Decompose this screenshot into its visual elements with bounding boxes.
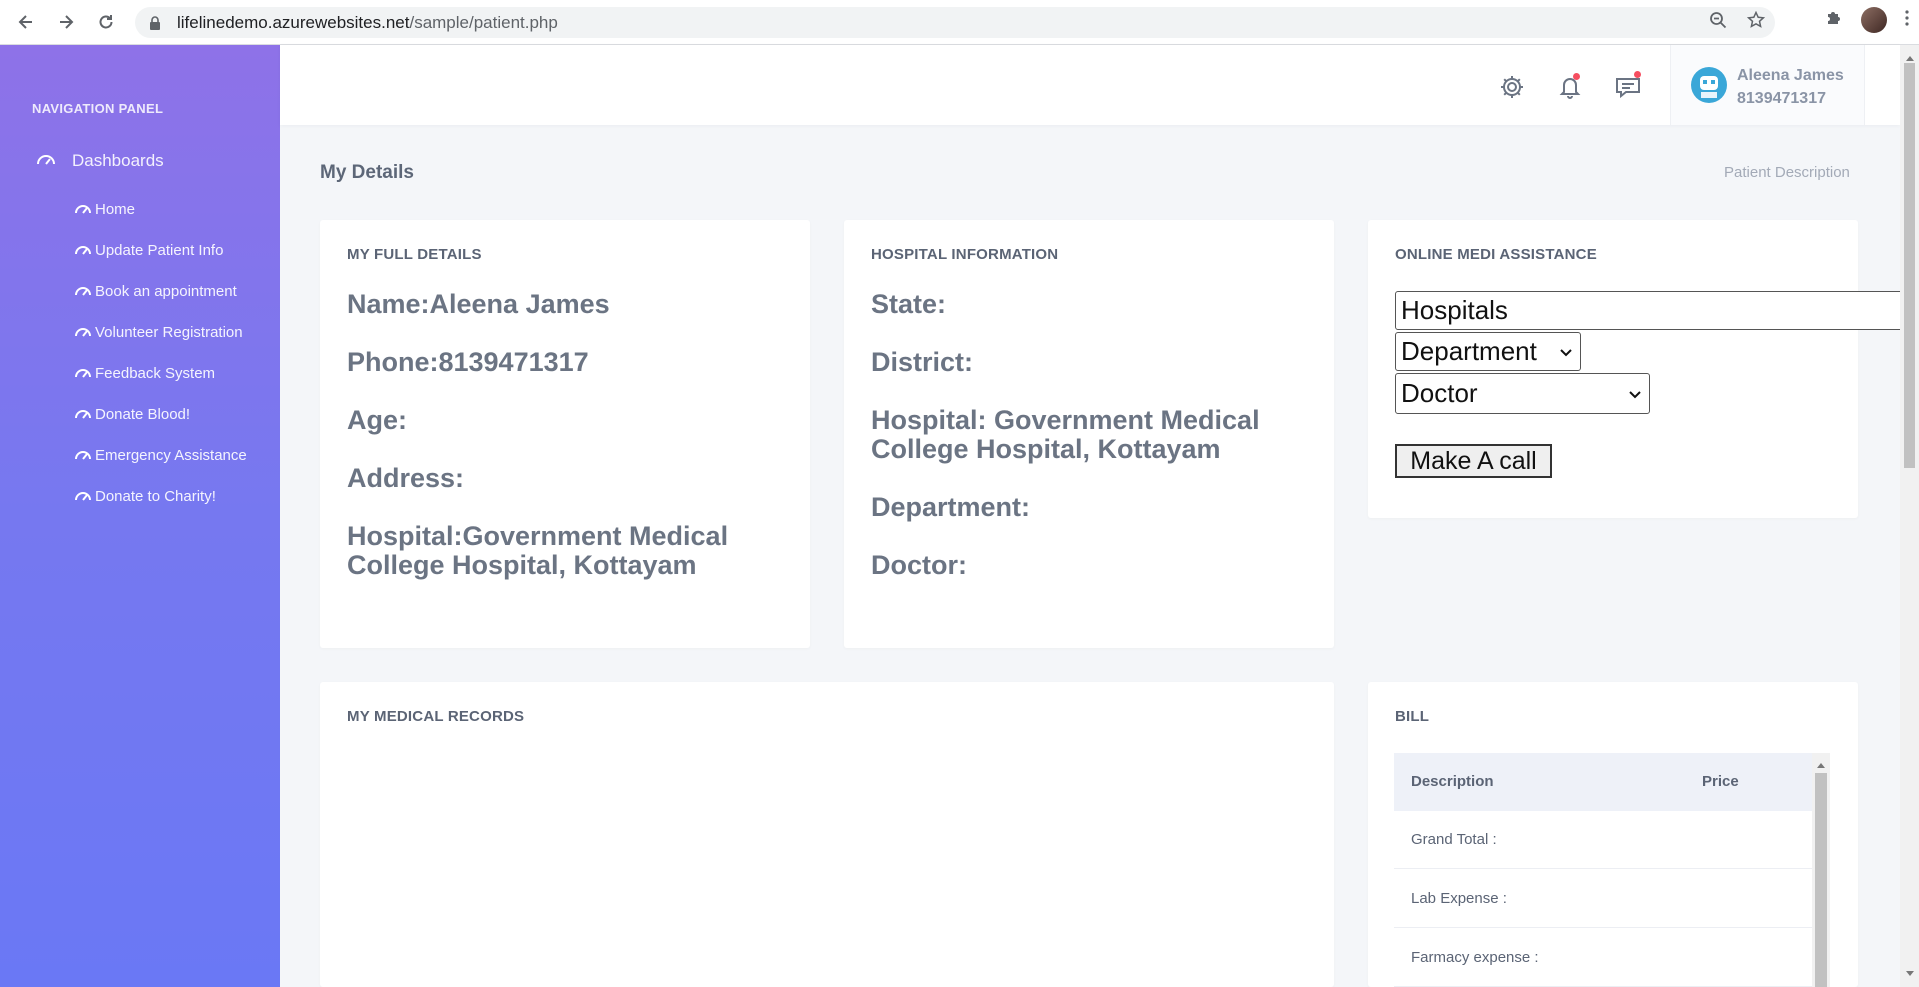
sidebar-item-volunteer-registration[interactable]: Volunteer Registration (74, 324, 243, 341)
back-icon[interactable] (10, 6, 42, 38)
gauge-icon (74, 488, 92, 505)
sidebar-item-donate-blood[interactable]: Donate Blood! (74, 406, 190, 423)
gauge-icon (36, 151, 56, 171)
forward-icon[interactable] (50, 6, 82, 38)
make-call-button[interactable]: Make A call (1395, 444, 1552, 478)
notification-dot (1573, 73, 1580, 80)
table-row: Grand Total : (1394, 811, 1812, 869)
address-bar[interactable]: lifelinedemo.azurewebsites.net/sample/pa… (135, 7, 1775, 38)
table-row: Lab Expense : (1394, 870, 1812, 928)
lock-icon (149, 15, 163, 30)
detail-hospital-line1: Hospital: Government Medical (871, 405, 1260, 435)
detail-department: Department: (871, 492, 1031, 522)
user-phone: 8139471317 (1737, 90, 1826, 107)
detail-district: District: (871, 347, 974, 377)
scroll-down-arrow-icon[interactable] (1905, 965, 1915, 983)
message-dot (1634, 71, 1641, 78)
detail-doctor: Doctor: (871, 550, 967, 580)
column-header-description: Description (1411, 773, 1494, 790)
department-select[interactable]: Department (1395, 332, 1581, 371)
page-title: My Details (320, 162, 414, 183)
sidebar-item-book-appointment[interactable]: Book an appointment (74, 283, 237, 300)
menu-kebab-icon[interactable] (1905, 9, 1909, 31)
url-host: lifelinedemo.azurewebsites.net (177, 12, 410, 32)
sidebar-item-home[interactable]: Home (74, 201, 135, 218)
sidebar-item-label: Donate to Charity! (95, 488, 216, 505)
detail-age: Age: (347, 405, 407, 435)
sidebar-item-dashboards[interactable]: Dashboards (36, 151, 164, 171)
topbar: Aleena James 8139471317 (280, 45, 1900, 125)
doctor-select[interactable]: Doctor (1395, 373, 1650, 414)
row-description: Farmacy expense : (1411, 949, 1539, 966)
gauge-icon (74, 324, 92, 341)
hospital-info-card: HOSPITAL INFORMATION State: District: Ho… (844, 220, 1334, 648)
column-header-price: Price (1702, 773, 1739, 790)
sidebar-item-label: Emergency Assistance (95, 447, 247, 464)
notification-bell-icon[interactable] (1556, 73, 1584, 101)
user-name: Aleena James (1737, 67, 1844, 84)
card-title: MY FULL DETAILS (347, 246, 482, 263)
card-title: MY MEDICAL RECORDS (347, 708, 525, 725)
nav-panel-title: NAVIGATION PANEL (32, 101, 164, 116)
full-details-card: MY FULL DETAILS Name:Aleena James Phone:… (320, 220, 810, 648)
gauge-icon (74, 201, 92, 218)
detail-state: State: (871, 289, 947, 319)
page-scrollbar-thumb[interactable] (1904, 63, 1915, 468)
medical-records-card: MY MEDICAL RECORDS (320, 682, 1334, 987)
sidebar-item-label: Volunteer Registration (95, 324, 243, 341)
sidebar-item-emergency-assistance[interactable]: Emergency Assistance (74, 447, 247, 464)
gauge-icon (74, 283, 92, 300)
sidebar-item-label: Book an appointment (95, 283, 237, 300)
gauge-icon (74, 365, 92, 382)
chevron-down-icon (1560, 344, 1572, 360)
sidebar-item-label: Home (95, 201, 136, 218)
detail-hospital-line2: College Hospital, Kottayam (871, 434, 1221, 464)
bill-table-header: Description Price (1394, 753, 1812, 811)
browser-toolbar: lifelinedemo.azurewebsites.net/sample/pa… (0, 0, 1919, 45)
zoom-icon[interactable] (1709, 11, 1727, 34)
card-title: HOSPITAL INFORMATION (871, 246, 1059, 263)
detail-hospital-line1: Hospital:Government Medical (347, 521, 729, 551)
detail-name: Name:Aleena James (347, 289, 610, 319)
sidebar-item-label: Feedback System (95, 365, 216, 382)
gauge-icon (74, 447, 92, 464)
row-description: Grand Total : (1411, 831, 1497, 848)
hospital-input[interactable]: Hospitals (1395, 291, 1919, 330)
detail-hospital-line2: College Hospital, Kottayam (347, 550, 697, 580)
sidebar-item-label: Donate Blood! (95, 406, 191, 423)
user-profile[interactable]: Aleena James 8139471317 (1670, 45, 1865, 125)
sidebar: NAVIGATION PANEL Dashboards Home Update … (0, 45, 280, 987)
profile-avatar[interactable] (1861, 7, 1887, 33)
detail-address: Address: (347, 463, 465, 493)
bill-scrollbar-thumb[interactable] (1815, 773, 1827, 987)
scroll-up-arrow-icon[interactable] (1816, 756, 1826, 774)
settings-gear-icon[interactable] (1498, 73, 1526, 101)
chevron-down-icon (1629, 386, 1641, 402)
gauge-icon (74, 406, 92, 423)
page-scrollbar[interactable] (1900, 45, 1919, 987)
extensions-puzzle-icon[interactable] (1825, 9, 1843, 32)
reload-icon[interactable] (90, 6, 122, 38)
avatar (1691, 67, 1727, 103)
sidebar-item-update-patient-info[interactable]: Update Patient Info (74, 242, 223, 259)
table-row: Farmacy expense : (1394, 929, 1812, 987)
row-description: Lab Expense : (1411, 890, 1507, 907)
gauge-icon (74, 242, 92, 259)
detail-phone: Phone:8139471317 (347, 347, 589, 377)
doctor-select-value: Doctor (1401, 378, 1478, 408)
bookmark-star-icon[interactable] (1746, 10, 1766, 34)
card-title: BILL (1395, 708, 1430, 725)
department-select-value: Department (1401, 336, 1537, 366)
bill-scrollbar[interactable] (1812, 753, 1830, 987)
sidebar-item-label: Dashboards (72, 151, 164, 170)
url-path: /sample/patient.php (409, 12, 558, 32)
sidebar-item-label: Update Patient Info (95, 242, 224, 259)
sidebar-item-donate-charity[interactable]: Donate to Charity! (74, 488, 216, 505)
sidebar-item-feedback-system[interactable]: Feedback System (74, 365, 215, 382)
messages-chat-icon[interactable] (1614, 71, 1642, 101)
card-title: ONLINE MEDI ASSISTANCE (1395, 246, 1597, 263)
breadcrumb: Patient Description (1724, 164, 1850, 181)
